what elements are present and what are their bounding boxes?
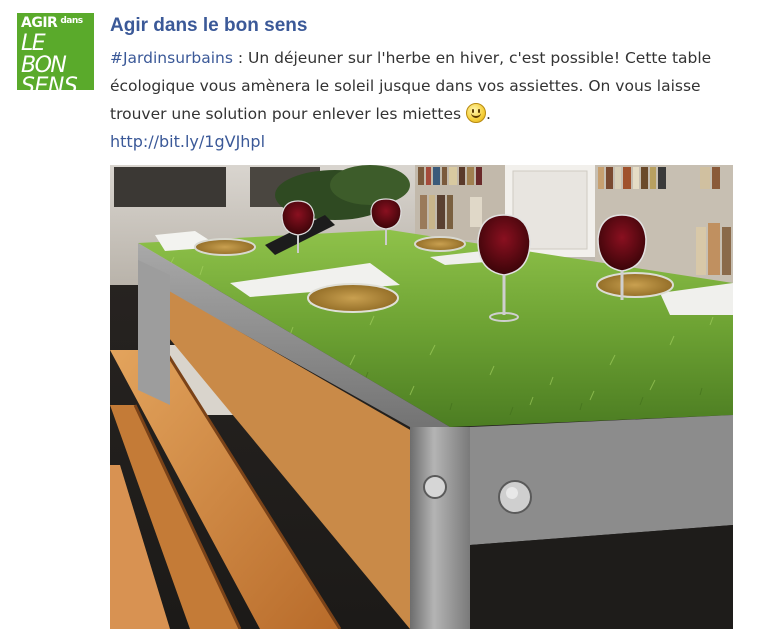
post-photo[interactable] xyxy=(110,165,733,629)
avatar-line-2: LE BON xyxy=(21,31,67,78)
shortened-url-link[interactable]: http://bit.ly/1gVJhpl xyxy=(110,128,750,156)
avatar-text-agir: AGIR xyxy=(21,15,58,31)
page-name-link[interactable]: Agir dans le bon sens xyxy=(110,15,307,37)
avatar-line-1: AGIR dans xyxy=(21,16,90,30)
post-body-end: . xyxy=(485,105,491,123)
page-avatar[interactable]: AGIR dans LE BON SENS xyxy=(17,13,94,90)
avatar-text-dans: dans xyxy=(60,16,83,26)
hashtag-link[interactable]: #Jardinsurbains xyxy=(110,49,233,67)
post-message: #Jardinsurbains : Un déjeuner sur l'herb… xyxy=(110,44,750,156)
smiley-icon xyxy=(465,103,486,123)
grass-table-photo xyxy=(110,165,733,629)
avatar-line-3: SENS xyxy=(21,74,78,91)
bolt-icon xyxy=(423,475,447,499)
